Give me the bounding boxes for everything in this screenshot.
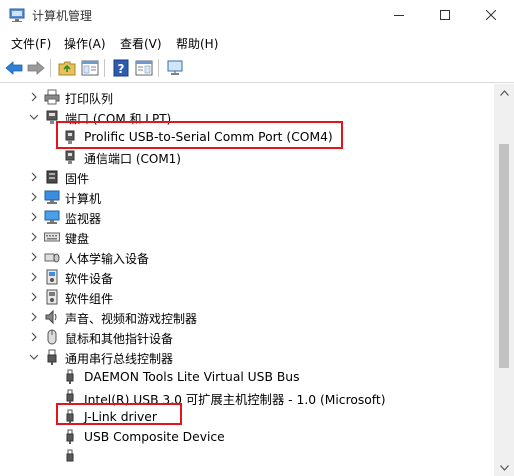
chevron-right-icon[interactable]: [28, 251, 40, 263]
tree-node-daemon-usb-bus[interactable]: DAEMON Tools Lite Virtual USB Bus: [0, 367, 494, 387]
menu-help[interactable]: 帮助(H): [176, 35, 218, 52]
tree-label: 人体学输入设备: [65, 252, 150, 266]
tree-node-usb-controllers[interactable]: 通用串行总线控制器: [0, 347, 494, 367]
chevron-right-icon[interactable]: [28, 211, 40, 223]
tree-node-com1-port[interactable]: 通信端口 (COM1): [0, 147, 494, 167]
toolbar: ?: [0, 54, 514, 83]
monitor-icon: [44, 209, 60, 225]
chevron-right-icon[interactable]: [28, 171, 40, 183]
tree-node-software-devices[interactable]: 软件设备: [0, 267, 494, 287]
tree-node-sound[interactable]: 声音、视频和游戏控制器: [0, 307, 494, 327]
forward-arrow-icon[interactable]: [26, 58, 46, 78]
usb-connector-icon: [62, 449, 78, 465]
usb-connector-icon: [44, 349, 60, 365]
tree-label: 软件组件: [65, 292, 114, 306]
computer-management-icon: [9, 7, 25, 23]
window-title: 计算机管理: [32, 9, 93, 23]
chevron-right-icon[interactable]: [28, 311, 40, 323]
tree-node-hid[interactable]: 人体学输入设备: [0, 247, 494, 267]
chevron-right-icon[interactable]: [28, 191, 40, 203]
scrollbar-thumb[interactable]: [499, 144, 509, 368]
tree-label: USB Composite Device: [84, 430, 225, 444]
highlight-box-jlink: [56, 403, 182, 425]
highlight-box-prolific: [56, 121, 343, 149]
chevron-right-icon[interactable]: [28, 331, 40, 343]
printer-icon: [44, 89, 60, 105]
maximize-button[interactable]: [422, 0, 468, 30]
tree-label: 声音、视频和游戏控制器: [65, 312, 198, 326]
up-folder-icon[interactable]: [57, 58, 77, 78]
tree-label: 计算机: [65, 192, 102, 206]
help-icon[interactable]: ?: [111, 58, 131, 78]
toolbar-separator: [158, 59, 159, 77]
tree-node-mice[interactable]: 鼠标和其他指针设备: [0, 327, 494, 347]
computer-icon: [44, 189, 60, 205]
tree-node-firmware[interactable]: 固件: [0, 167, 494, 187]
scroll-up-icon[interactable]: [494, 84, 514, 101]
menu-view[interactable]: 查看(V): [120, 35, 162, 52]
chevron-right-icon[interactable]: [28, 91, 40, 103]
chevron-down-icon[interactable]: [28, 351, 40, 363]
chevron-right-icon[interactable]: [28, 271, 40, 283]
tree-label: 监视器: [65, 212, 102, 226]
tree-label: 通信端口 (COM1): [84, 152, 181, 166]
show-hide-tree-icon[interactable]: [80, 58, 100, 78]
close-button[interactable]: [468, 0, 514, 30]
chevron-down-icon[interactable]: [28, 111, 40, 123]
hid-device-icon: [44, 249, 60, 265]
tree-label: 键盘: [65, 232, 90, 246]
tree-label: 打印队列: [65, 92, 114, 106]
back-arrow-icon[interactable]: [4, 58, 24, 78]
tree-node-monitors[interactable]: 监视器: [0, 207, 494, 227]
keyboard-icon: [44, 229, 60, 245]
menu-action[interactable]: 操作(A): [64, 35, 106, 52]
menu-file[interactable]: 文件(F): [11, 35, 51, 52]
title-bar: 计算机管理: [0, 0, 514, 30]
tree-label: DAEMON Tools Lite Virtual USB Bus: [84, 370, 300, 384]
tree-node-keyboards[interactable]: 键盘: [0, 227, 494, 247]
properties-icon[interactable]: [134, 58, 154, 78]
monitor-icon[interactable]: [165, 58, 185, 78]
tree-label: 固件: [65, 172, 90, 186]
minimize-button[interactable]: [376, 0, 422, 30]
toolbar-separator: [104, 59, 105, 77]
mouse-icon: [44, 329, 60, 345]
software-device-icon: [44, 269, 60, 285]
tree-node-software-components[interactable]: 软件组件: [0, 287, 494, 307]
software-component-icon: [44, 289, 60, 305]
chevron-right-icon[interactable]: [28, 231, 40, 243]
tree-node-computer[interactable]: 计算机: [0, 187, 494, 207]
chevron-right-icon[interactable]: [28, 291, 40, 303]
vertical-scrollbar[interactable]: [494, 84, 514, 476]
port-connector-icon: [62, 149, 78, 165]
tree-node-cut-off: [0, 447, 494, 467]
firmware-chip-icon: [44, 169, 60, 185]
toolbar-separator: [50, 59, 51, 77]
device-tree: 打印队列 端口 (COM 和 LPT) Prolific USB-to-Seri…: [0, 84, 494, 476]
tree-node-printers[interactable]: 打印队列: [0, 87, 494, 107]
usb-connector-icon: [62, 369, 78, 385]
tree-label: 鼠标和其他指针设备: [65, 332, 174, 346]
tree-node-usb-composite[interactable]: USB Composite Device: [0, 427, 494, 447]
scroll-down-icon[interactable]: [494, 459, 514, 476]
tree-label: 通用串行总线控制器: [65, 352, 174, 366]
speaker-icon: [44, 309, 60, 325]
usb-connector-icon: [62, 429, 78, 445]
svg-text:?: ?: [118, 62, 125, 76]
tree-label: 软件设备: [65, 272, 114, 286]
menu-bar: 文件(F) 操作(A) 查看(V) 帮助(H): [0, 30, 514, 54]
